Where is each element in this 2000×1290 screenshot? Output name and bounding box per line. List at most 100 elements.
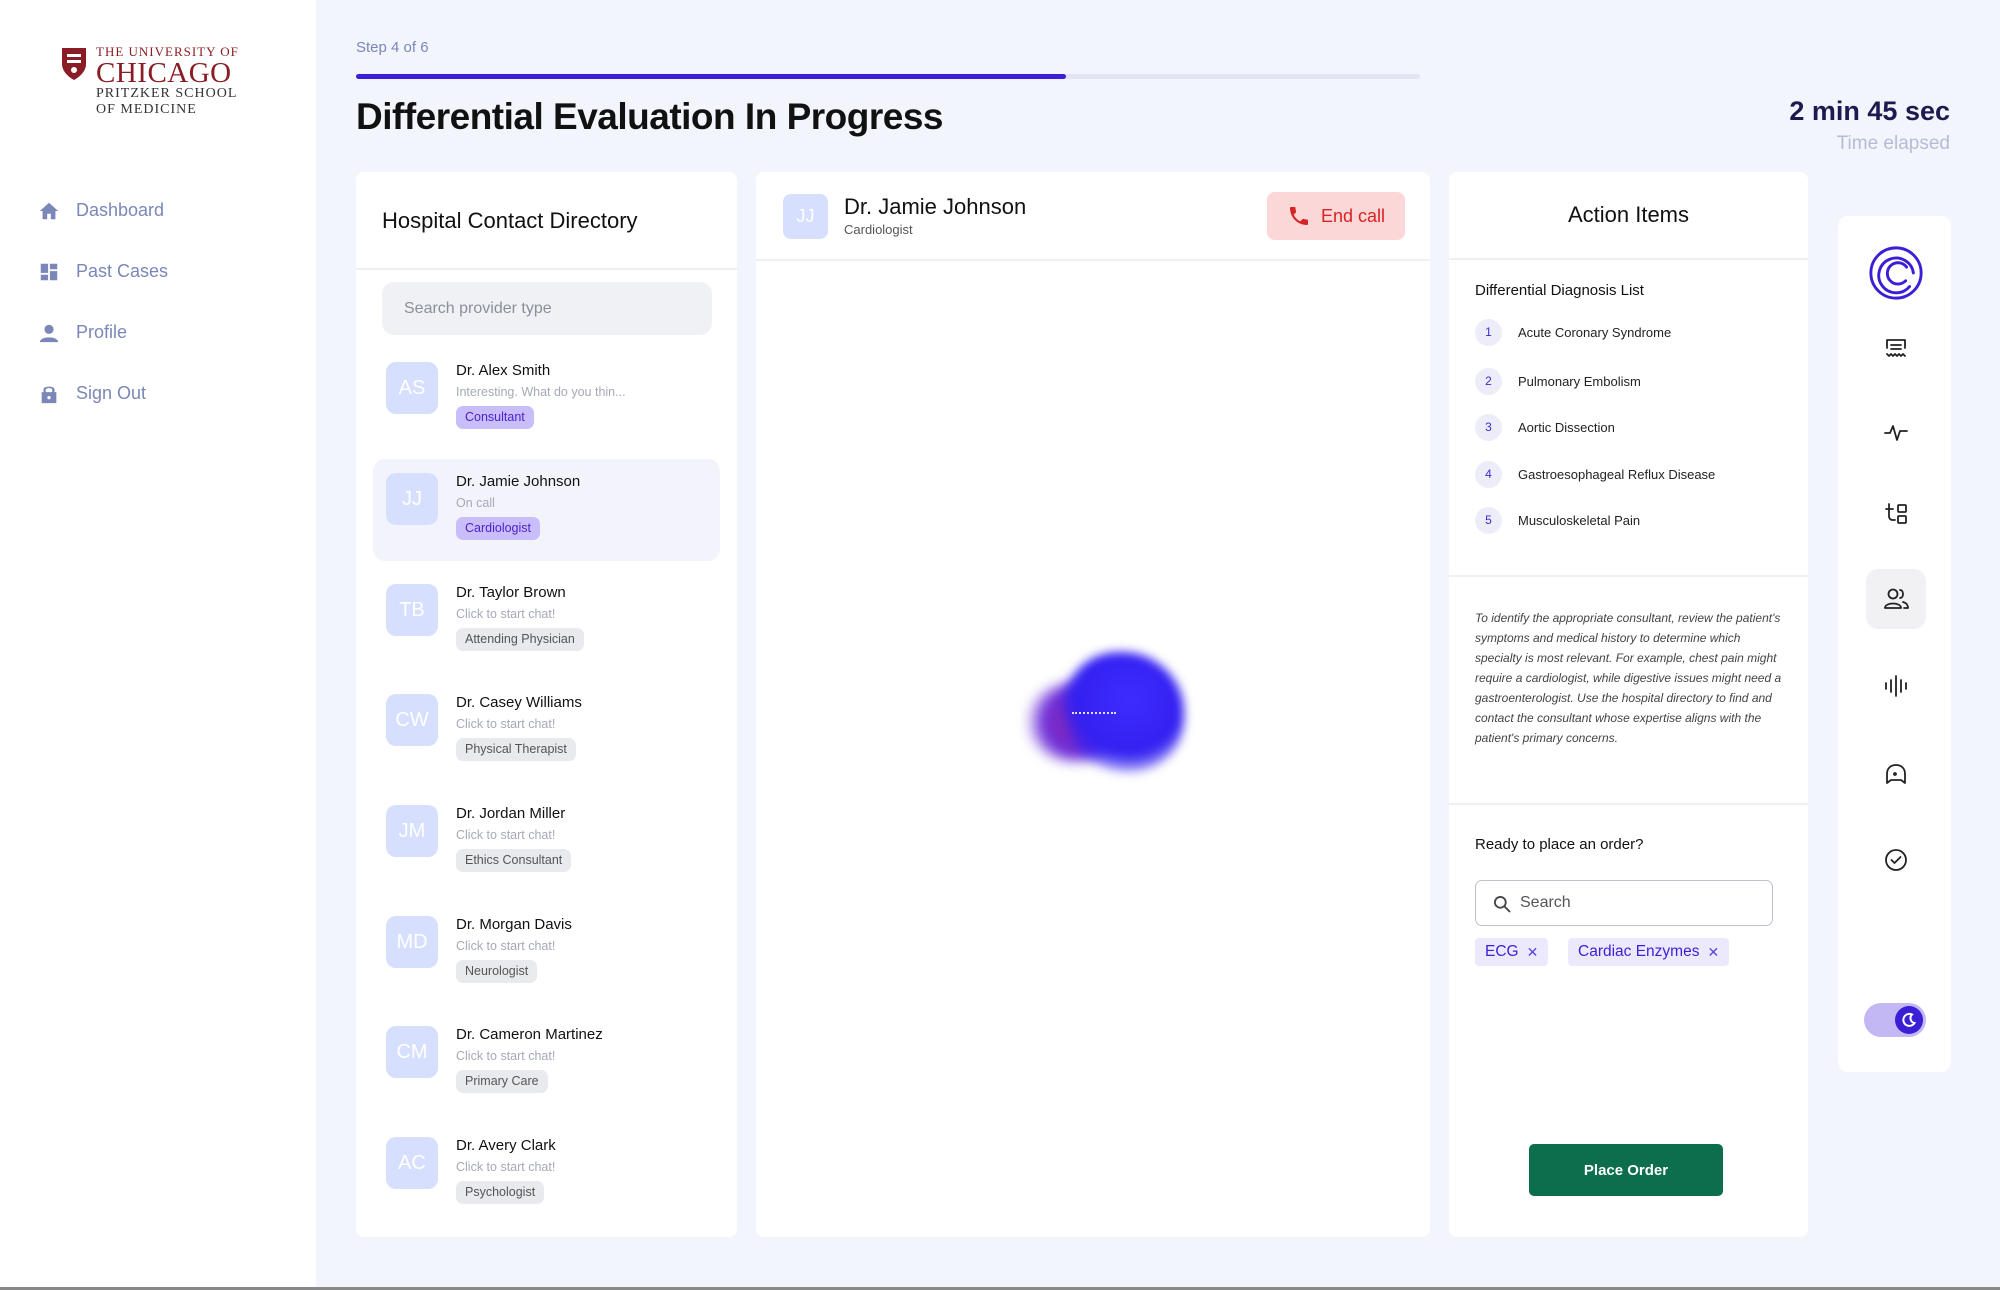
contact-item[interactable]: CM Dr. Cameron Martinez Click to start c…: [373, 1012, 720, 1114]
order-search-input[interactable]: [1520, 889, 1760, 917]
avatar: TB: [386, 584, 438, 636]
tool-rail: [1838, 216, 1951, 1072]
contact-item[interactable]: JM Dr. Jordan Miller Click to start chat…: [373, 791, 720, 893]
nav-item-dashboard[interactable]: Dashboard: [38, 180, 168, 241]
rail-chat-button[interactable]: [1866, 744, 1926, 804]
contact-status: Click to start chat!: [456, 1049, 556, 1063]
divider: [1449, 258, 1808, 260]
remove-chip-icon[interactable]: ✕: [1707, 944, 1719, 961]
contact-status: Interesting. What do you thin...: [456, 385, 626, 399]
dark-mode-toggle[interactable]: [1864, 1003, 1926, 1037]
home-icon: [39, 202, 59, 219]
avatar: CM: [386, 1026, 438, 1078]
contact-name: Dr. Avery Clark: [456, 1137, 556, 1154]
avatar: JM: [386, 805, 438, 857]
contact-item[interactable]: MD Dr. Morgan Davis Click to start chat!…: [373, 902, 720, 1004]
order-chip-ecg: ECG ✕: [1475, 938, 1549, 966]
notes-icon: [1886, 339, 1906, 357]
contact-item[interactable]: CW Dr. Casey Williams Click to start cha…: [373, 680, 720, 782]
nav-item-label: Past Cases: [76, 261, 169, 281]
ddx-rank: 3: [1475, 413, 1502, 441]
order-search-box[interactable]: [1475, 880, 1773, 926]
step-indicator: Step 4 of 6: [356, 39, 429, 56]
avatar: AC: [386, 1137, 438, 1189]
logo-line-2: CHICAGO: [96, 57, 232, 89]
avatar: CW: [386, 694, 438, 746]
ddx-label: Pulmonary Embolism: [1518, 373, 1641, 389]
users-icon: [1884, 588, 1909, 609]
rail-vitals-button[interactable]: [1866, 402, 1926, 462]
rail-complete-button[interactable]: [1866, 830, 1926, 890]
contact-item-active[interactable]: JJ Dr. Jamie Johnson On call Cardiologis…: [373, 459, 720, 561]
ddx-item: 3 Aortic Dissection: [1475, 413, 1615, 441]
specialty-badge: Primary Care: [456, 1070, 548, 1093]
progress-bar: [356, 74, 1420, 79]
nav-item-sign-out[interactable]: Sign Out: [38, 363, 168, 424]
ddx-rank: 4: [1475, 460, 1502, 488]
ddx-label: Acute Coronary Syndrome: [1518, 324, 1672, 340]
rail-audio-button[interactable]: [1866, 656, 1926, 716]
contact-directory-panel: Hospital Contact Directory AS Dr. Alex S…: [356, 172, 737, 1237]
rail-brand-button[interactable]: [1866, 243, 1926, 303]
brand-logo-icon: [1869, 246, 1923, 300]
nav-item-label: Dashboard: [76, 200, 165, 220]
caller-name: Dr. Jamie Johnson: [844, 194, 1027, 219]
specialty-badge: Attending Physician: [456, 628, 584, 651]
ddx-item: 1 Acute Coronary Syndrome: [1475, 318, 1671, 346]
caller-role: Cardiologist: [844, 222, 913, 237]
contact-name: Dr. Taylor Brown: [456, 584, 566, 601]
end-call-label: End call: [1320, 205, 1386, 226]
chat-icon: [1886, 764, 1906, 784]
action-items-title: Action Items: [1567, 202, 1690, 227]
nav-item-past-cases[interactable]: Past Cases: [38, 241, 168, 302]
lock-icon: [41, 386, 57, 403]
avatar: AS: [386, 362, 438, 414]
remove-chip-icon[interactable]: ✕: [1527, 944, 1539, 961]
rail-consultants-button[interactable]: [1866, 569, 1926, 629]
ddx-rank: 2: [1475, 367, 1502, 395]
chip-label: ECG: [1485, 943, 1519, 960]
visualizer-dots: [1072, 712, 1116, 714]
rail-tools-button[interactable]: [1866, 484, 1926, 544]
specialty-badge: Psychologist: [456, 1181, 545, 1204]
order-chip-cardiac-enzymes: Cardiac Enzymes ✕: [1568, 938, 1730, 966]
contact-status: Click to start chat!: [456, 607, 556, 621]
crest-icon: [62, 48, 86, 80]
contact-name: Dr. Jamie Johnson: [456, 473, 581, 490]
avatar: MD: [386, 916, 438, 968]
ddx-rank: 5: [1475, 506, 1502, 534]
search-icon: [1494, 896, 1511, 913]
heartbeat-icon: [1884, 425, 1908, 441]
user-icon: [39, 324, 59, 342]
specialty-badge: Ethics Consultant: [456, 849, 572, 872]
specialty-badge: Physical Therapist: [456, 738, 576, 761]
place-order-button[interactable]: Place Order: [1529, 1144, 1723, 1196]
ddx-item: 5 Musculoskeletal Pain: [1475, 506, 1640, 534]
order-question: Ready to place an order?: [1475, 836, 1644, 853]
page-title: Differential Evaluation In Progress: [356, 96, 943, 137]
contact-name: Dr. Alex Smith: [456, 362, 551, 379]
ddx-item: 4 Gastroesophageal Reflux Disease: [1475, 460, 1715, 488]
contact-item[interactable]: TB Dr. Taylor Brown Click to start chat!…: [373, 570, 720, 672]
end-call-button[interactable]: End call: [1267, 192, 1405, 240]
ddx-title: Differential Diagnosis List: [1475, 282, 1644, 299]
contact-item[interactable]: AC Dr. Avery Clark Click to start chat! …: [373, 1123, 720, 1225]
contact-item[interactable]: AS Dr. Alex Smith Interesting. What do y…: [373, 348, 720, 450]
divider: [1449, 575, 1808, 577]
provider-search-input[interactable]: [382, 282, 712, 335]
timer: 2 min 45 sec Time elapsed: [1789, 96, 1950, 155]
contact-name: Dr. Morgan Davis: [456, 916, 572, 933]
rail-notes-button[interactable]: [1866, 318, 1926, 378]
contact-status: Click to start chat!: [456, 828, 556, 842]
nav-item-profile[interactable]: Profile: [38, 302, 168, 363]
timer-value: 2 min 45 sec: [1789, 96, 1950, 126]
divider: [1449, 803, 1808, 805]
university-logo[interactable]: THE UNIVERSITY OF CHICAGO PRITZKER SCHOO…: [60, 44, 270, 124]
contact-status: Click to start chat!: [456, 1160, 556, 1174]
avatar: JJ: [386, 473, 438, 525]
ddx-label: Gastroesophageal Reflux Disease: [1518, 466, 1716, 482]
logo-line-4: OF MEDICINE: [96, 102, 197, 117]
call-panel: JJ Dr. Jamie Johnson Cardiologist End ca…: [756, 172, 1430, 1237]
directory-title: Hospital Contact Directory: [382, 208, 638, 233]
logo-line-3: PRITZKER SCHOOL: [96, 86, 238, 101]
